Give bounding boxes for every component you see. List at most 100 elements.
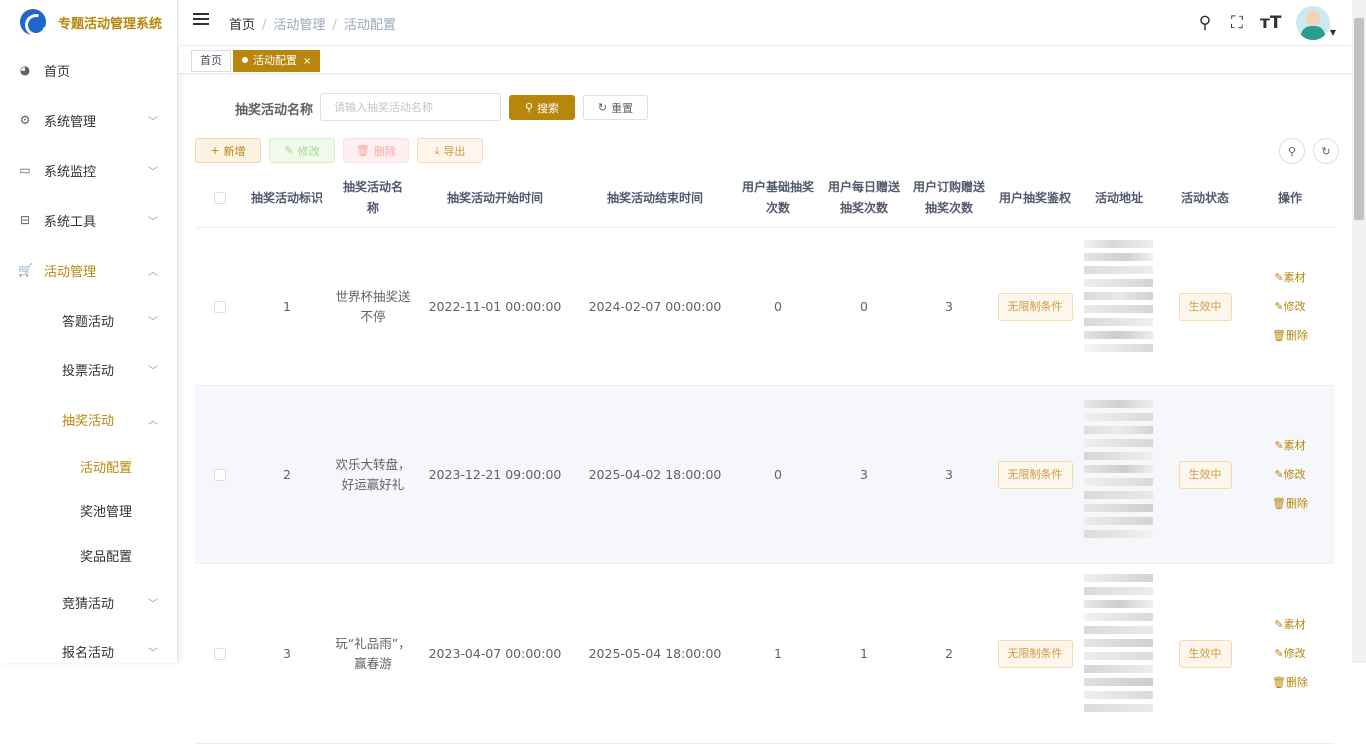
table-row: 1 世界杯抽奖送不停 2022-11-01 00:00:00 2024-02-0… xyxy=(195,228,1334,386)
delete-link[interactable]: 🗑删除 xyxy=(1272,326,1308,346)
header-status: 活动状态 xyxy=(1180,190,1229,205)
hamburger-icon[interactable] xyxy=(193,13,209,31)
breadcrumb-activity-config: 活动配置 xyxy=(343,18,396,33)
breadcrumb-activity-management: 活动管理 xyxy=(273,18,326,33)
caret-down-icon[interactable]: ▼ xyxy=(1330,28,1336,37)
sidebar: 专题活动管理系统 ◕ 首页 ⚙ 系统管理 ﹀ ▭ 系统监控 ﹀ ⊟ 系统工具 ﹀… xyxy=(0,0,178,663)
sidebar-item-activity-config[interactable]: 活动配置 xyxy=(0,446,178,486)
page-scrollbar[interactable] xyxy=(1352,0,1366,663)
sidebar-item-system-tools[interactable]: ⊟ 系统工具 ﹀ xyxy=(0,200,178,240)
tags-view: 首页 活动配置 × xyxy=(179,46,1352,74)
tag-home[interactable]: 首页 xyxy=(191,50,231,72)
cell-id: 2 xyxy=(283,466,291,482)
material-link[interactable]: ✎素材 xyxy=(1274,436,1305,456)
gear-icon: ⚙ xyxy=(19,113,31,127)
header-auth: 用户抽奖鉴权 xyxy=(998,190,1071,205)
row-select-cell xyxy=(195,228,245,385)
header-end-time: 抽奖活动结束时间 xyxy=(606,190,703,205)
edit-link[interactable]: ✎修改 xyxy=(1274,465,1305,485)
navbar-right: ⚲ ⛶ тT xyxy=(1196,6,1330,40)
search-button[interactable]: ⚲ 搜索 xyxy=(509,95,575,120)
logo-icon xyxy=(20,9,46,35)
sidebar-item-system-management[interactable]: ⚙ 系统管理 ﹀ xyxy=(0,100,178,140)
delete-link[interactable]: 🗑删除 xyxy=(1272,673,1308,693)
scrollbar-thumb[interactable] xyxy=(1354,18,1364,220)
cell-daily-count: 0 xyxy=(860,298,868,314)
cell-id: 3 xyxy=(283,645,291,661)
row-checkbox[interactable] xyxy=(214,468,226,481)
row-checkbox[interactable] xyxy=(214,647,226,660)
edit-link[interactable]: ✎修改 xyxy=(1274,644,1305,664)
cart-icon: 🛒 xyxy=(18,263,33,277)
sidebar-item-label: 抽奖活动 xyxy=(62,413,115,429)
status-badge: 生效中 xyxy=(1178,460,1232,489)
active-dot-icon xyxy=(242,57,248,63)
avatar[interactable] xyxy=(1296,6,1330,40)
header-address: 活动地址 xyxy=(1094,190,1143,205)
delete-button[interactable]: 🗑 删除 xyxy=(343,138,409,163)
sidebar-item-signup[interactable]: 报名活动 ﹀ xyxy=(0,631,178,671)
search-icon[interactable]: ⚲ xyxy=(1196,13,1214,33)
export-button[interactable]: ⤓ 导出 xyxy=(417,138,483,163)
material-label: 素材 xyxy=(1283,270,1306,284)
sidebar-item-vote[interactable]: 投票活动 ﹀ xyxy=(0,349,178,389)
sidebar-item-label: 报名活动 xyxy=(62,645,115,661)
select-all-checkbox[interactable] xyxy=(214,192,226,204)
status-badge: 生效中 xyxy=(1178,292,1232,321)
sidebar-item-label: 首页 xyxy=(44,64,71,80)
sidebar-item-guess[interactable]: 竞猜活动 ﹀ xyxy=(0,582,178,622)
edit-button[interactable]: ✎ 修改 xyxy=(269,138,335,163)
sidebar-item-label: 系统监控 xyxy=(44,164,97,180)
sidebar-item-home[interactable]: ◕ 首页 xyxy=(0,50,178,90)
edit-label: 修改 xyxy=(1283,467,1306,481)
plus-icon: + xyxy=(210,144,220,157)
row-select-cell xyxy=(195,564,245,743)
download-icon: ⤓ xyxy=(434,143,440,157)
sidebar-item-label: 活动配置 xyxy=(80,460,133,476)
refresh-button[interactable]: ↻ xyxy=(1313,138,1339,164)
app-logo[interactable]: 专题活动管理系统 xyxy=(0,0,177,44)
edit-link[interactable]: ✎修改 xyxy=(1274,297,1305,317)
sidebar-item-prize-config[interactable]: 奖品配置 xyxy=(0,535,178,575)
add-button[interactable]: + 新增 xyxy=(195,138,261,163)
cell-name: 欢乐大转盘，好运赢好礼 xyxy=(335,456,411,492)
cell-status: 生效中 xyxy=(1163,386,1247,563)
delete-link[interactable]: 🗑删除 xyxy=(1272,494,1308,514)
close-icon[interactable]: × xyxy=(303,56,311,67)
breadcrumb-home[interactable]: 首页 xyxy=(229,18,255,33)
chevron-down-icon: ﹀ xyxy=(148,365,158,377)
edit-label: 修改 xyxy=(1283,646,1306,660)
sidebar-item-activity-management[interactable]: 🛒 活动管理 ︿ xyxy=(0,250,178,290)
toggle-search-button[interactable]: ⚲ xyxy=(1279,138,1305,164)
tag-activity-config[interactable]: 活动配置 × xyxy=(233,50,321,72)
material-label: 素材 xyxy=(1283,438,1306,452)
cell-actions: ✎素材 ✎修改 🗑删除 xyxy=(1247,386,1333,563)
search-icon: ⚲ xyxy=(524,101,534,114)
header-daily-count: 用户每日赠送抽奖次数 xyxy=(827,180,900,215)
sidebar-item-label: 活动管理 xyxy=(44,264,97,280)
material-link[interactable]: ✎素材 xyxy=(1274,615,1305,635)
search-input[interactable] xyxy=(320,93,501,121)
fullscreen-icon[interactable]: ⛶ xyxy=(1228,13,1246,33)
sidebar-item-system-monitor[interactable]: ▭ 系统监控 ﹀ xyxy=(0,150,178,190)
auth-tag: 无限制条件 xyxy=(997,460,1073,489)
cell-base-count: 0 xyxy=(774,298,782,314)
status-badge: 生效中 xyxy=(1178,639,1232,668)
material-link[interactable]: ✎素材 xyxy=(1274,268,1305,288)
sidebar-item-lottery[interactable]: 抽奖活动 ︿ xyxy=(0,399,178,439)
cell-name: 世界杯抽奖送不停 xyxy=(335,288,411,324)
navbar: 首页 / 活动管理 / 活动配置 ⚲ ⛶ тT ▼ xyxy=(179,0,1366,46)
sidebar-item-prize-pool[interactable]: 奖池管理 xyxy=(0,490,178,530)
reset-button[interactable]: ↻ 重置 xyxy=(583,95,648,120)
sidebar-item-quiz[interactable]: 答题活动 ﹀ xyxy=(0,300,178,340)
font-size-icon[interactable]: тT xyxy=(1260,13,1281,33)
search-button-label: 搜索 xyxy=(537,101,560,115)
header-actions: 操作 xyxy=(1277,190,1302,205)
sidebar-item-label: 竞猜活动 xyxy=(62,596,115,612)
delete-button-label: 删除 xyxy=(373,144,396,158)
cell-actions: ✎素材 ✎修改 🗑删除 xyxy=(1247,228,1333,385)
row-checkbox[interactable] xyxy=(214,300,226,313)
auth-tag: 无限制条件 xyxy=(997,292,1073,321)
table-header: 抽奖活动标识 抽奖活动名称 抽奖活动开始时间 抽奖活动结束时间 用户基础抽奖次数… xyxy=(195,168,1334,228)
refresh-icon: ↻ xyxy=(597,101,608,114)
